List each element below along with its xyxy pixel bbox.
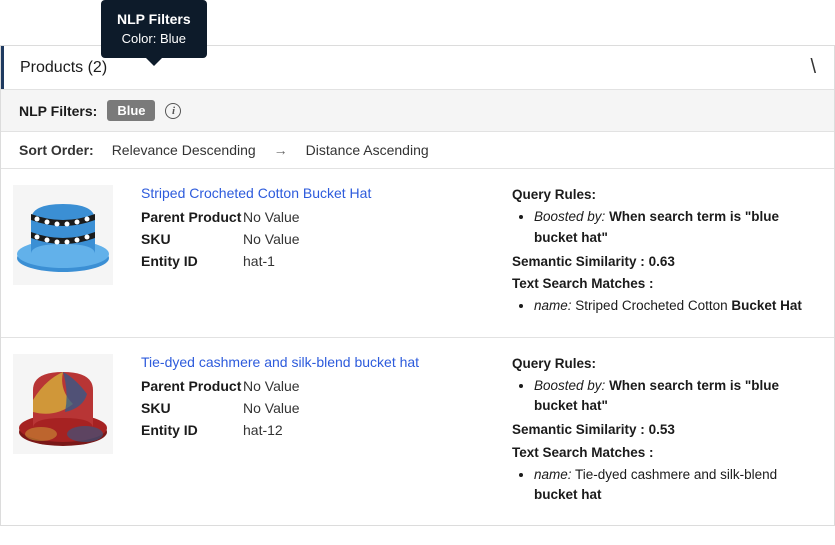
product-meta: Tie-dyed cashmere and silk-blend bucket … xyxy=(141,354,484,510)
product-thumbnail[interactable] xyxy=(13,185,113,285)
query-rules-list: Boosted by: When search term is "blue bu… xyxy=(534,376,822,417)
list-item: Boosted by: When search term is "blue bu… xyxy=(534,207,822,248)
filter-chip-blue[interactable]: Blue xyxy=(107,100,155,121)
match-field-name: name: xyxy=(534,467,572,482)
products-panel: Products (2) \ NLP Filters: Blue i Sort … xyxy=(0,45,835,526)
query-rules-list: Boosted by: When search term is "blue bu… xyxy=(534,207,822,248)
result-row: Striped Crocheted Cotton Bucket Hat Pare… xyxy=(1,168,834,337)
field-label: Parent Product xyxy=(141,209,243,225)
info-icon[interactable]: i xyxy=(165,103,181,119)
match-text-prefix: Tie-dyed cashmere and silk-blend xyxy=(575,467,777,482)
hat-image-icon xyxy=(15,196,111,274)
sort-secondary: Distance Ascending xyxy=(306,142,429,158)
match-field-name: name: xyxy=(534,298,572,313)
tooltip-color-value: Blue xyxy=(160,31,186,46)
list-item: Boosted by: When search term is "blue bu… xyxy=(534,376,822,417)
field-parent-product: Parent Product No Value xyxy=(141,378,484,394)
field-parent-product: Parent Product No Value xyxy=(141,209,484,225)
field-value: No Value xyxy=(243,378,300,394)
similarity-label: Semantic Similarity : 0.63 xyxy=(512,252,822,272)
similarity-value: 0.63 xyxy=(649,254,675,269)
field-entity-id: Entity ID hat-1 xyxy=(141,253,484,269)
matches-label: Text Search Matches : xyxy=(512,274,822,294)
product-title-link[interactable]: Tie-dyed cashmere and silk-blend bucket … xyxy=(141,354,484,370)
matches-list: name: Tie-dyed cashmere and silk-blend b… xyxy=(534,465,822,506)
similarity-label: Semantic Similarity : 0.53 xyxy=(512,420,822,440)
tooltip-title: NLP Filters xyxy=(117,10,191,30)
field-label: Entity ID xyxy=(141,422,243,438)
sort-row: Sort Order: Relevance Descending → Dista… xyxy=(1,131,834,168)
field-value: No Value xyxy=(243,209,300,225)
boosted-by-label: Boosted by: xyxy=(534,378,605,393)
boosted-by-label: Boosted by: xyxy=(534,209,605,224)
list-item: name: Striped Crocheted Cotton Bucket Ha… xyxy=(534,296,822,316)
match-text-bold: Bucket Hat xyxy=(731,298,802,313)
result-row: Tie-dyed cashmere and silk-blend bucket … xyxy=(1,337,834,526)
field-value: No Value xyxy=(243,400,300,416)
field-entity-id: Entity ID hat-12 xyxy=(141,422,484,438)
product-thumbnail[interactable] xyxy=(13,354,113,454)
explain-panel: Query Rules: Boosted by: When search ter… xyxy=(512,354,822,510)
field-value: hat-1 xyxy=(243,253,275,269)
tooltip-subtitle: Color: Blue xyxy=(117,30,191,48)
field-sku: SKU No Value xyxy=(141,400,484,416)
hat-image-icon xyxy=(15,360,111,448)
field-label: SKU xyxy=(141,400,243,416)
nlp-filters-tooltip: NLP Filters Color: Blue xyxy=(101,0,207,58)
panel-title: Products (2) xyxy=(20,59,107,77)
product-title-link[interactable]: Striped Crocheted Cotton Bucket Hat xyxy=(141,185,484,201)
query-rules-label: Query Rules: xyxy=(512,354,822,374)
tooltip-color-label: Color: xyxy=(122,31,157,46)
field-sku: SKU No Value xyxy=(141,231,484,247)
nlp-filter-label: NLP Filters: xyxy=(19,103,97,119)
field-value: hat-12 xyxy=(243,422,283,438)
sort-label: Sort Order: xyxy=(19,142,94,158)
similarity-prefix: Semantic Similarity : xyxy=(512,422,649,437)
match-text-prefix: Striped Crocheted Cotton xyxy=(575,298,731,313)
field-label: Entity ID xyxy=(141,253,243,269)
field-value: No Value xyxy=(243,231,300,247)
arrow-right-icon: → xyxy=(274,142,288,158)
list-item: name: Tie-dyed cashmere and silk-blend b… xyxy=(534,465,822,506)
field-label: SKU xyxy=(141,231,243,247)
explain-panel: Query Rules: Boosted by: When search ter… xyxy=(512,185,822,321)
matches-label: Text Search Matches : xyxy=(512,443,822,463)
similarity-value: 0.53 xyxy=(649,422,675,437)
matches-list: name: Striped Crocheted Cotton Bucket Ha… xyxy=(534,296,822,316)
query-rules-label: Query Rules: xyxy=(512,185,822,205)
nlp-filter-row: NLP Filters: Blue i xyxy=(1,89,834,131)
field-label: Parent Product xyxy=(141,378,243,394)
sort-primary: Relevance Descending xyxy=(112,142,256,158)
panel-toggle-icon[interactable]: \ xyxy=(810,56,818,79)
product-meta: Striped Crocheted Cotton Bucket Hat Pare… xyxy=(141,185,484,321)
results-list: Striped Crocheted Cotton Bucket Hat Pare… xyxy=(1,168,834,525)
similarity-prefix: Semantic Similarity : xyxy=(512,254,649,269)
